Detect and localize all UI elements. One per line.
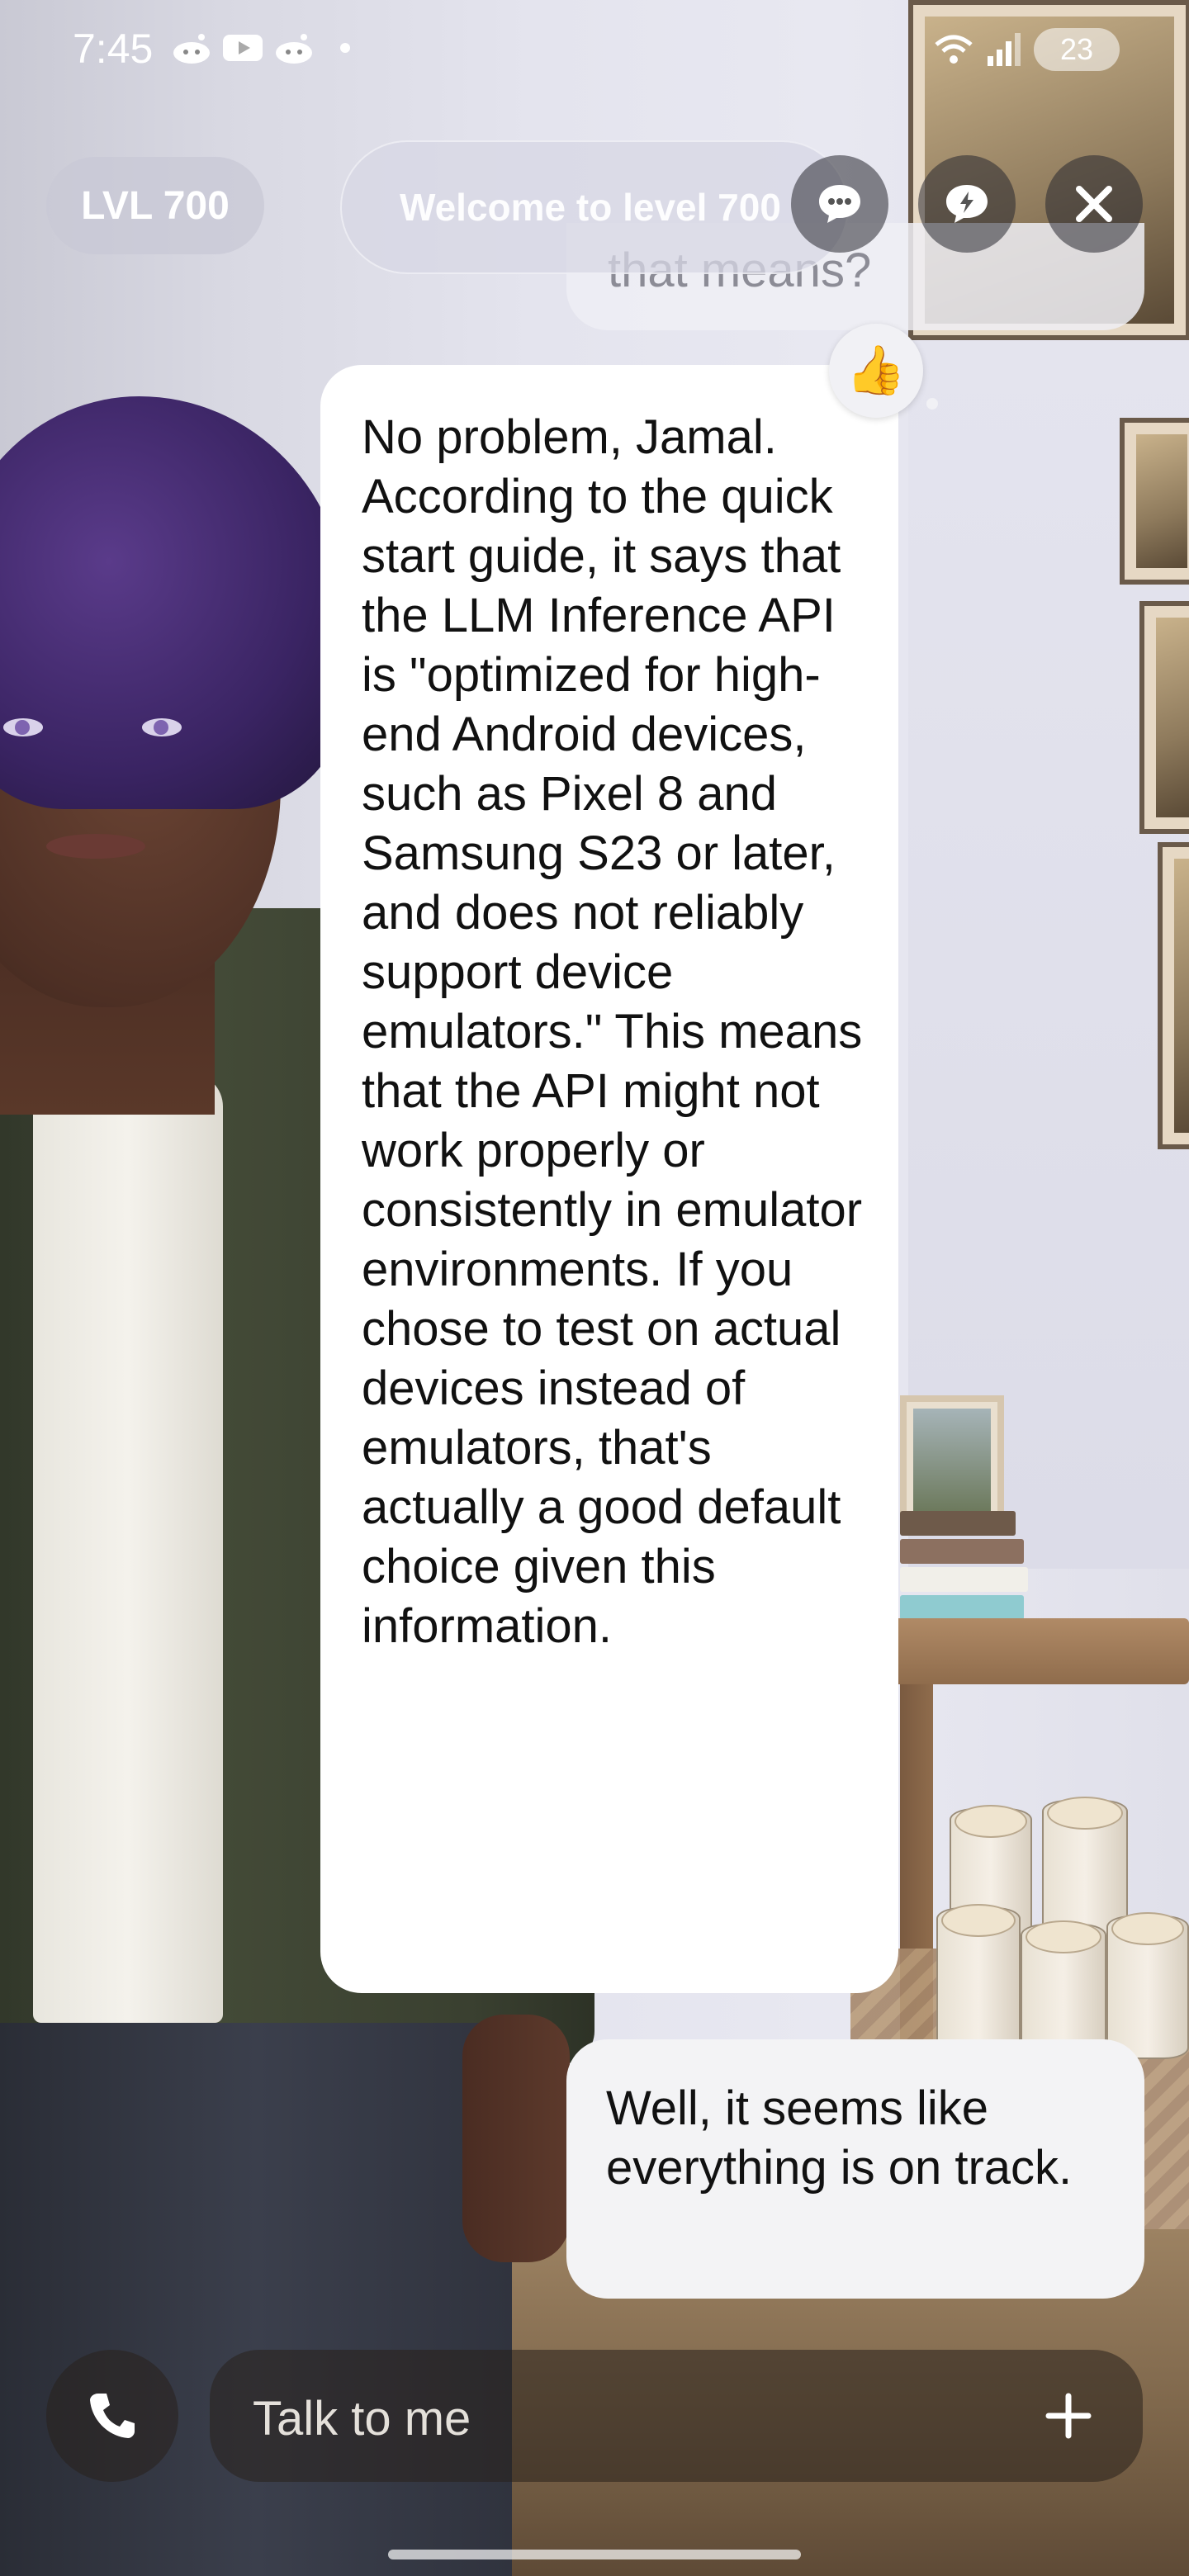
reaction-badge[interactable]: 👍 [829,324,923,418]
reddit-icon [173,34,210,64]
avatar-lips [46,834,145,859]
input-placeholder: Talk to me [253,2392,471,2446]
avatar-hair [0,396,347,809]
avatar-shirt [33,1073,223,2023]
wall-painting [1158,842,1189,1149]
welcome-text: Welcome to level 700 [400,186,781,229]
call-button[interactable] [46,2350,178,2482]
signal-icon [988,33,1021,66]
avatar-eye [3,718,43,736]
battery-icon: 23 [1034,28,1120,71]
clock: 7:45 [73,26,154,72]
reddit-icon [276,34,312,64]
feedback-button[interactable] [918,155,1016,253]
close-button[interactable] [1045,155,1143,253]
photo-frame [900,1395,1004,1524]
avatar-eye [142,718,182,736]
plus-icon [1045,2393,1092,2439]
level-badge[interactable]: LVL 700 [46,157,264,254]
close-icon [1076,186,1112,222]
notification-dot [340,43,350,53]
side-table [892,1618,1189,1684]
home-indicator[interactable] [388,2550,801,2559]
chat-bubble-icon [819,185,860,223]
message-input[interactable]: Talk to me [210,2350,1143,2482]
birch-log [1106,1912,1189,2059]
level-label: LVL 700 [81,183,230,228]
ai-message-bubble[interactable]: No problem, Jamal. According to the quic… [320,365,898,1993]
chat-bubble-button[interactable] [791,155,888,253]
phone-icon [90,2394,135,2438]
avatar-hand [462,2015,570,2262]
user-message-text: Well, it seems like everything is on tra… [606,2081,1073,2195]
add-attachment-button[interactable] [1037,2384,1100,2447]
user-message-bubble[interactable]: Well, it seems like everything is on tra… [566,2039,1144,2299]
thumbs-up-icon: 👍 [846,343,907,397]
birch-log [936,1904,1021,2059]
wall-painting [1120,418,1189,585]
welcome-banner: Welcome to level 700 [340,140,849,274]
youtube-icon [223,35,263,61]
status-bar: 7:45 23 [0,0,1189,107]
feedback-icon [946,185,988,223]
wifi-icon [935,35,973,64]
avatar-jeans [0,2023,512,2576]
wall-painting [1139,601,1189,834]
battery-level: 23 [1059,32,1094,66]
ai-message-text: No problem, Jamal. According to the quic… [362,410,863,1653]
